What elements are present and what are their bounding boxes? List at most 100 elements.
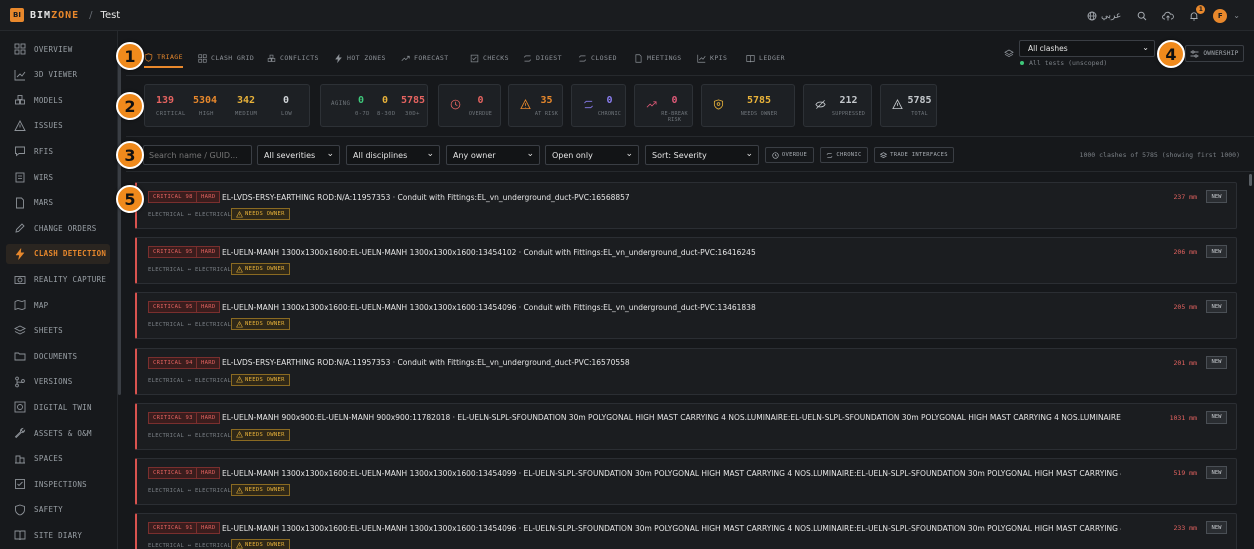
clash-title[interactable]: EL-LVDS-ERSY-EARTHING ROD:N/A:11957353 ·… — [222, 357, 1121, 369]
tab-conflicts[interactable]: CONFLICTS — [267, 48, 319, 68]
clash-title[interactable]: EL-LVDS-ERSY-EARTHING ROD:N/A:11957353 ·… — [222, 191, 1121, 203]
clash-title[interactable]: EL-UELN-MANH 1300x1300x1600:EL-UELN-MANH… — [222, 301, 1121, 313]
clash-test-select[interactable]: All clashes ⌄ — [1019, 40, 1155, 57]
kpi-card-suppressed[interactable]: 212 SUPPRESSED — [803, 84, 872, 127]
sidebar-item-overview[interactable]: OVERVIEW — [6, 39, 110, 59]
ownership-button[interactable]: OWNERSHIP — [1185, 45, 1244, 62]
sidebar-item-clash-detection[interactable]: CLASH DETECTION — [6, 243, 110, 264]
tab-meetings[interactable]: MEETINGS — [634, 48, 682, 68]
warning-icon — [236, 486, 243, 494]
layers-icon — [14, 325, 26, 337]
sidebar-item-issues[interactable]: ISSUES — [6, 116, 110, 136]
clash-row[interactable]: CRITICAL 93 HARD EL-UELN-MANH 1300x1300x16… — [135, 458, 1237, 505]
kpi-value: 35 — [540, 95, 553, 106]
cloud-upload-icon — [1162, 11, 1175, 20]
kpi-card-needs-owner[interactable]: 5785 NEEDS OWNER — [701, 84, 795, 127]
user-avatar[interactable]: F — [1213, 8, 1228, 23]
sidebar-item-versions[interactable]: VERSIONS — [6, 372, 110, 392]
search-input[interactable] — [143, 145, 252, 165]
tab-hot-zones[interactable]: HOT ZONES — [334, 48, 386, 68]
sidebar-item-documents[interactable]: DOCUMENTS — [6, 346, 110, 366]
sidebar-item-map[interactable]: MAP — [6, 295, 110, 315]
clash-row[interactable]: CRITICAL 91 HARD EL-UELN-MANH 1300x1300x16… — [135, 513, 1237, 549]
globe-icon — [1087, 11, 1097, 20]
tab-forecast[interactable]: FORECAST — [401, 48, 449, 68]
sidebar-item-sheets[interactable]: SHEETS — [6, 321, 110, 341]
checklist-icon — [14, 478, 26, 490]
tab-digest[interactable]: DIGEST — [523, 48, 562, 68]
sort-select[interactable]: Sort: Severity ⌄ — [645, 145, 759, 165]
owner-filter-select[interactable]: Any owner ⌄ — [446, 145, 540, 165]
sidebar-item-reality-capture[interactable]: REALITY CAPTURE — [6, 269, 110, 289]
clash-row[interactable]: CRITICAL 98 HARD EL-LVDS-ERSY-EARTHING ROD… — [135, 182, 1237, 229]
severity-badge: CRITICAL 93 — [148, 411, 198, 424]
tab-triage[interactable]: TRIAGE — [144, 48, 183, 68]
severity-filter-select[interactable]: All severities ⌄ — [257, 145, 340, 165]
tab-checks[interactable]: CHECKS — [470, 48, 509, 68]
sidebar-item-wirs[interactable]: WIRS — [6, 167, 110, 187]
tab-ledger[interactable]: LEDGER — [746, 48, 785, 68]
clash-test-scope-label: All tests (unscoped) — [1029, 59, 1108, 67]
clash-row[interactable]: CRITICAL 95 HARD EL-UELN-MANH 1300x1300x16… — [135, 292, 1237, 340]
needs-owner-badge[interactable]: NEEDS OWNER — [231, 373, 290, 386]
tab-label: TRIAGE — [157, 53, 183, 61]
needs-owner-badge[interactable]: NEEDS OWNER — [231, 484, 290, 496]
sidebar-item-models[interactable]: MODELS — [6, 90, 110, 110]
notifications-button[interactable]: 1 — [1187, 4, 1206, 23]
sidebar-item-digital-twin[interactable]: DIGITAL TWIN — [6, 397, 110, 417]
status-badge: NEW — [1206, 521, 1227, 535]
sidebar-item-mars[interactable]: MARS — [6, 193, 110, 213]
list-scrollbar[interactable] — [1249, 174, 1252, 186]
tab-kpis[interactable]: KPIS — [697, 48, 727, 68]
trend-icon — [646, 99, 657, 110]
sidebar-item-change-orders[interactable]: CHANGE ORDERS — [6, 218, 110, 238]
chronic-filter-button[interactable]: CHRONIC — [820, 147, 868, 163]
clash-disciplines: ELECTRICAL ↔ ELECTRICAL — [148, 377, 232, 384]
clash-title[interactable]: EL-UELN-MANH 900x900:EL-UELN-MANH 900x90… — [222, 412, 1121, 424]
badge-icon — [713, 99, 724, 110]
severity-summary-card: 139 CRITICAL 5304 HIGH 342 MEDIUM 0 LOW — [144, 84, 310, 127]
logo-text[interactable]: BIMZONE — [30, 10, 79, 21]
tab-clash-grid[interactable]: CLASH GRID — [198, 48, 254, 68]
sidebar-item-safety[interactable]: SAFETY — [6, 500, 110, 520]
overdue-filter-button[interactable]: OVERDUE — [765, 147, 814, 163]
clash-title[interactable]: EL-UELN-MANH 1300x1300x1600:EL-UELN-MANH… — [222, 467, 1121, 479]
project-title[interactable]: Test — [101, 10, 121, 21]
clash-row[interactable]: CRITICAL 95 HARD EL-UELN-MANH 1300x1300x16… — [135, 237, 1237, 285]
severity-badge: CRITICAL 95 — [148, 301, 198, 314]
clash-row[interactable]: CRITICAL 94 HARD EL-LVDS-ERSY-EARTHING ROD… — [135, 347, 1237, 395]
sidebar-item-rfis[interactable]: RFIS — [6, 141, 110, 161]
kpi-card-chronic[interactable]: 0 CHRONIC — [571, 84, 626, 127]
status-filter-select[interactable]: Open only ⌄ — [545, 145, 639, 165]
clash-disciplines: ELECTRICAL ↔ ELECTRICAL — [148, 322, 232, 329]
tab-closed[interactable]: CLOSED — [578, 48, 617, 68]
needs-owner-badge[interactable]: NEEDS OWNER — [231, 208, 290, 220]
search-button[interactable] — [1135, 9, 1149, 23]
sidebar-item-assets-o-m[interactable]: ASSETS & O&M — [6, 423, 110, 443]
chevron-down-icon[interactable]: ⌄ — [1233, 11, 1240, 20]
severity-badge: CRITICAL 91 — [148, 522, 198, 535]
clash-title[interactable]: EL-UELN-MANH 1300x1300x1600:EL-UELN-MANH… — [222, 246, 1121, 258]
needs-owner-badge[interactable]: NEEDS OWNER — [231, 318, 290, 331]
kpi-card-re-break-risk[interactable]: 0 RE-BREAK RISK — [634, 84, 693, 127]
kpi-card-total[interactable]: 5785 TOTAL — [880, 84, 937, 127]
clash-title[interactable]: EL-UELN-MANH 1300x1300x1600:EL-UELN-MANH… — [222, 522, 1121, 534]
sidebar-item-inspections[interactable]: INSPECTIONS — [6, 474, 110, 494]
sidebar-item-site-diary[interactable]: SITE DIARY — [6, 525, 110, 545]
needs-owner-badge[interactable]: NEEDS OWNER — [231, 428, 290, 441]
kpi-card-overdue[interactable]: 0 OVERDUE — [438, 84, 501, 127]
clash-row[interactable]: CRITICAL 93 HARD EL-UELN-MANH 900x900:EL-U… — [135, 402, 1237, 450]
needs-owner-badge[interactable]: NEEDS OWNER — [231, 263, 290, 276]
kpi-card-at-risk[interactable]: 35 AT RISK — [508, 84, 563, 127]
discipline-filter-select[interactable]: All disciplines ⌄ — [346, 145, 440, 165]
language-switch[interactable]: عربي — [1087, 11, 1121, 21]
needs-owner-badge[interactable]: NEEDS OWNER — [231, 539, 290, 549]
trade-interfaces-button[interactable]: TRADE INTERFACES — [874, 147, 954, 163]
sidebar-item-3d-viewer[interactable]: 3D VIEWER — [6, 65, 110, 85]
folder-icon — [14, 350, 26, 362]
upload-button[interactable] — [1161, 9, 1175, 23]
logo-mark[interactable]: BI — [10, 8, 24, 22]
kpi-value: 0 — [671, 95, 678, 106]
sidebar-item-spaces[interactable]: SPACES — [6, 449, 110, 469]
status-badge: NEW — [1206, 355, 1227, 369]
